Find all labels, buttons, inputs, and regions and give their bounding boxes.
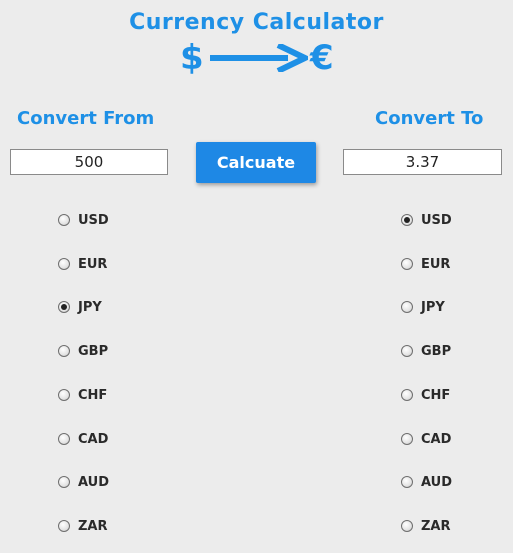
radio-label: ZAR [78, 518, 108, 534]
radio-button-icon[interactable] [58, 214, 70, 226]
to-radio-eur[interactable]: EUR [401, 254, 450, 274]
radio-button-icon[interactable] [401, 214, 413, 226]
currency-logo: $ € [178, 36, 340, 80]
app-title: Currency Calculator [129, 10, 384, 35]
radio-button-icon[interactable] [58, 389, 70, 401]
to-radio-usd[interactable]: USD [401, 210, 452, 230]
radio-button-icon[interactable] [401, 433, 413, 445]
convert-from-label: Convert From [17, 108, 155, 129]
to-radio-cad[interactable]: CAD [401, 429, 451, 449]
radio-button-icon[interactable] [401, 520, 413, 532]
radio-label: CAD [421, 431, 452, 447]
to-radio-aud[interactable]: AUD [401, 472, 452, 492]
radio-button-icon[interactable] [58, 433, 70, 445]
radio-label: EUR [421, 256, 451, 272]
radio-label: CHF [78, 387, 108, 403]
radio-label: JPY [78, 299, 102, 315]
radio-button-icon[interactable] [58, 476, 70, 488]
from-radio-jpy[interactable]: JPY [58, 297, 102, 317]
calculate-button[interactable]: Calcuate [196, 142, 316, 183]
radio-button-icon[interactable] [401, 258, 413, 270]
from-radio-gbp[interactable]: GBP [58, 341, 108, 361]
to-amount-input[interactable] [343, 149, 502, 175]
convert-to-label: Convert To [375, 108, 484, 129]
radio-label: USD [78, 212, 109, 228]
from-radio-eur[interactable]: EUR [58, 254, 107, 274]
radio-label: CHF [421, 387, 451, 403]
from-radio-usd[interactable]: USD [58, 210, 109, 230]
to-radio-gbp[interactable]: GBP [401, 341, 451, 361]
radio-button-icon[interactable] [58, 301, 70, 313]
radio-button-icon[interactable] [58, 345, 70, 357]
radio-button-icon[interactable] [58, 520, 70, 532]
radio-button-icon[interactable] [401, 389, 413, 401]
radio-label: JPY [421, 299, 445, 315]
radio-label: GBP [421, 343, 452, 359]
euro-symbol: € [310, 38, 334, 78]
to-radio-jpy[interactable]: JPY [401, 297, 445, 317]
radio-button-icon[interactable] [58, 258, 70, 270]
radio-label: GBP [78, 343, 109, 359]
radio-button-icon[interactable] [401, 301, 413, 313]
from-radio-zar[interactable]: ZAR [58, 516, 108, 536]
from-radio-aud[interactable]: AUD [58, 472, 109, 492]
from-radio-chf[interactable]: CHF [58, 385, 107, 405]
from-amount-input[interactable] [10, 149, 168, 175]
arrow-right-icon [210, 44, 308, 72]
to-radio-zar[interactable]: ZAR [401, 516, 451, 536]
from-radio-cad[interactable]: CAD [58, 429, 108, 449]
radio-label: AUD [78, 474, 110, 490]
to-radio-chf[interactable]: CHF [401, 385, 450, 405]
radio-button-icon[interactable] [401, 476, 413, 488]
radio-label: ZAR [421, 518, 451, 534]
radio-label: USD [421, 212, 452, 228]
radio-button-icon[interactable] [401, 345, 413, 357]
dollar-symbol: $ [180, 38, 204, 78]
radio-label: AUD [421, 474, 453, 490]
radio-label: CAD [78, 431, 109, 447]
radio-label: EUR [78, 256, 108, 272]
